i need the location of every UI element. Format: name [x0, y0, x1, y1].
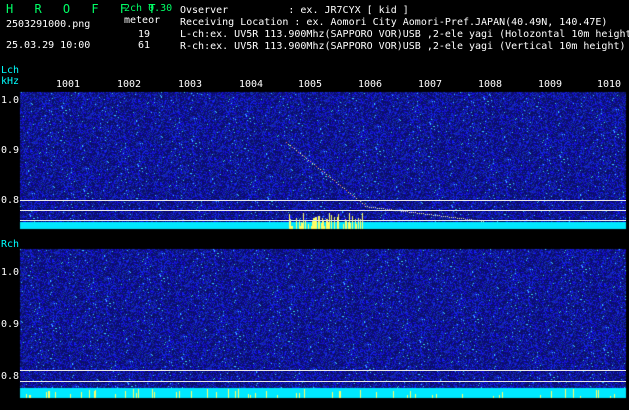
lch-label: Lch [1, 65, 20, 76]
location-line: Receiving Location : ex. Aomori City Aom… [180, 17, 608, 28]
lch-receiver-line: L-ch:ex. UV5R 113.900Mhz(SAPPORO VOR)USB… [180, 29, 629, 40]
time-tick: 1007 [418, 79, 443, 90]
rch-receiver-line: R-ch:ex. UV5R 113.900Mhz(SAPPORO VOR)USB… [180, 41, 626, 52]
rch-count: 61 [138, 40, 151, 51]
file-name: 2503291000.png [6, 19, 91, 30]
waterfall-canvas [0, 0, 629, 410]
lch-freq-tick: 0.9 [1, 145, 20, 156]
rch-freq-tick: 0.8 [1, 371, 20, 382]
time-tick: 1005 [298, 79, 323, 90]
time-tick: 1006 [358, 79, 383, 90]
lch-grid-line [20, 200, 626, 201]
time-tick: 1004 [239, 79, 264, 90]
lch-grid-line [20, 220, 626, 221]
time-tick: 1003 [178, 79, 203, 90]
lch-count: 19 [138, 29, 151, 40]
rch-freq-tick: 1.0 [1, 267, 20, 278]
time-tick: 1010 [597, 79, 622, 90]
time-tick: 1002 [117, 79, 142, 90]
mode-label: meteor [124, 15, 161, 26]
rch-label: Rch [1, 239, 20, 250]
rch-freq-tick: 0.9 [1, 319, 20, 330]
time-tick: 1009 [538, 79, 563, 90]
app-version: 2ch 0.30 [124, 3, 173, 14]
lch-unit: kHz [1, 76, 20, 87]
lch-grid-line [20, 210, 626, 211]
observer-line: Ovserver : ex. JR7CYX [ kid ] [180, 5, 409, 16]
time-tick: 1001 [56, 79, 81, 90]
rch-grid-line [20, 370, 626, 371]
lch-freq-tick: 1.0 [1, 95, 20, 106]
rch-grid-line [20, 381, 626, 382]
date-time: 25.03.29 10:00 [6, 40, 91, 51]
lch-freq-tick: 0.8 [1, 195, 20, 206]
time-tick: 1008 [478, 79, 503, 90]
